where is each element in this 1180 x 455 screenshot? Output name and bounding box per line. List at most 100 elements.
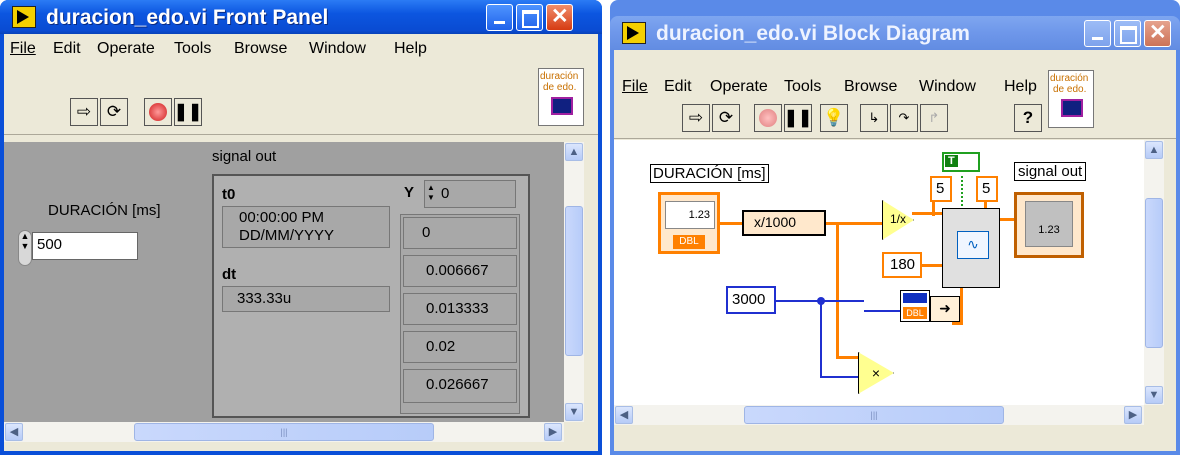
vertical-scrollbar[interactable]: ▲ ▼ bbox=[1144, 140, 1164, 405]
multiply-node[interactable]: × bbox=[858, 352, 894, 394]
waveform-indicator: t0 00:00:00 PM DD/MM/YYYY dt 333.33u Y ▲… bbox=[212, 174, 530, 418]
block-diagram-titlebar[interactable]: duracion_edo.vi Block Diagram ✕ bbox=[610, 16, 1180, 50]
signal-out-terminal-label: signal out bbox=[1014, 162, 1087, 181]
close-button[interactable]: ✕ bbox=[546, 4, 573, 31]
menu-file[interactable]: File bbox=[10, 40, 36, 58]
context-help-button[interactable]: ? bbox=[1014, 104, 1042, 132]
vertical-scroll-thumb[interactable] bbox=[565, 206, 583, 356]
scroll-right-button[interactable]: ▶ bbox=[544, 423, 562, 441]
vi-run-icon bbox=[12, 6, 36, 28]
blue-wire bbox=[864, 310, 900, 312]
step-into-button[interactable]: ↳ bbox=[860, 104, 888, 132]
menu-tools[interactable]: Tools bbox=[784, 78, 821, 96]
close-button[interactable]: ✕ bbox=[1144, 20, 1171, 47]
y-index-control[interactable]: ▲ ▼ 0 bbox=[424, 180, 516, 208]
dbl-tag: DBL bbox=[903, 307, 927, 319]
constant-5-b[interactable]: 5 bbox=[976, 176, 998, 202]
maximize-button[interactable] bbox=[516, 4, 543, 31]
horizontal-scrollbar[interactable]: ◀ ||| ▶ bbox=[4, 422, 564, 442]
signal-out-label: signal out bbox=[212, 148, 277, 165]
duration-input[interactable]: 500 bbox=[32, 232, 138, 260]
scroll-up-button[interactable]: ▲ bbox=[565, 143, 583, 161]
vi-icon-text-1: duración bbox=[540, 71, 579, 82]
dbl-tag: DBL bbox=[673, 235, 705, 249]
horizontal-scroll-thumb[interactable]: ||| bbox=[744, 406, 1004, 424]
waveform-icon bbox=[551, 97, 573, 115]
menu-edit[interactable]: Edit bbox=[53, 40, 81, 58]
stop-icon bbox=[149, 103, 167, 121]
vi-connector-icon[interactable]: duración de edo. bbox=[1048, 70, 1094, 128]
highlight-execution-button[interactable]: 💡 bbox=[820, 104, 848, 132]
block-diagram-window: duracion_edo.vi Block Diagram ✕ File Edi… bbox=[610, 0, 1180, 455]
window-title: duracion_edo.vi Front Panel bbox=[46, 6, 329, 29]
divide-expression-node[interactable]: x/1000 bbox=[742, 210, 826, 236]
minimize-icon bbox=[1092, 37, 1103, 40]
menu-browse[interactable]: Browse bbox=[234, 40, 287, 58]
build-waveform-node[interactable]: ➜ bbox=[930, 296, 960, 322]
menu-help[interactable]: Help bbox=[394, 40, 427, 58]
menu-help[interactable]: Help bbox=[1004, 78, 1037, 96]
horizontal-scroll-thumb[interactable]: ||| bbox=[134, 423, 434, 441]
duration-increment[interactable]: ▲ ▼ bbox=[18, 230, 32, 266]
t0-display: 00:00:00 PM DD/MM/YYYY bbox=[222, 206, 390, 248]
run-button[interactable]: ⇨ bbox=[70, 98, 98, 126]
constant-3000[interactable]: 3000 bbox=[726, 286, 776, 314]
stop-icon bbox=[759, 109, 777, 127]
scroll-down-button[interactable]: ▼ bbox=[565, 403, 583, 421]
vi-icon-text-2: de edo. bbox=[1053, 84, 1087, 95]
blue-wire bbox=[820, 376, 862, 378]
menu-tools[interactable]: Tools bbox=[174, 40, 211, 58]
horizontal-scrollbar[interactable]: ◀ ||| ▶ bbox=[614, 405, 1144, 425]
step-over-button[interactable]: ↷ bbox=[890, 104, 918, 132]
run-continuously-button[interactable]: ⟳ bbox=[100, 98, 128, 126]
minimize-button[interactable] bbox=[486, 4, 513, 31]
run-continuously-button[interactable]: ⟳ bbox=[712, 104, 740, 132]
maximize-button[interactable] bbox=[1114, 20, 1141, 47]
duration-control-terminal[interactable]: 1.23 DBL bbox=[658, 192, 720, 254]
vertical-scroll-thumb[interactable] bbox=[1145, 198, 1163, 348]
vi-connector-icon[interactable]: duración de edo. bbox=[538, 68, 584, 126]
pause-button[interactable]: ❚❚ bbox=[174, 98, 202, 126]
junction-dot bbox=[817, 297, 825, 305]
constant-5-a[interactable]: 5 bbox=[930, 176, 952, 202]
menu-window[interactable]: Window bbox=[919, 78, 976, 96]
run-button[interactable]: ⇨ bbox=[682, 104, 710, 132]
minimize-icon bbox=[494, 21, 505, 24]
orange-wire bbox=[824, 222, 882, 225]
menu-operate[interactable]: Operate bbox=[97, 40, 155, 58]
menu-operate[interactable]: Operate bbox=[710, 78, 768, 96]
waveform-icon bbox=[1061, 99, 1083, 117]
scroll-up-button[interactable]: ▲ bbox=[1145, 141, 1163, 159]
scroll-right-button[interactable]: ▶ bbox=[1124, 406, 1142, 424]
vi-icon-text-2: de edo. bbox=[543, 82, 577, 93]
diagram-canvas: DURACIÓN [ms] 1.23 DBL x/1000 1/x T 5 5 … bbox=[614, 140, 1144, 405]
duration-label: DURACIÓN [ms] bbox=[48, 202, 161, 219]
orange-wire bbox=[952, 322, 963, 325]
menu-edit[interactable]: Edit bbox=[664, 78, 692, 96]
scroll-down-button[interactable]: ▼ bbox=[1145, 386, 1163, 404]
menu-browse[interactable]: Browse bbox=[844, 78, 897, 96]
signal-out-indicator-terminal[interactable]: 1.23 bbox=[1014, 192, 1084, 258]
menu-window[interactable]: Window bbox=[309, 40, 366, 58]
y-index-value: 0 bbox=[441, 185, 450, 202]
pause-button[interactable]: ❚❚ bbox=[784, 104, 812, 132]
y-index-spinner[interactable]: ▲ ▼ bbox=[427, 183, 437, 205]
vertical-scrollbar[interactable]: ▲ ▼ bbox=[564, 142, 584, 422]
scroll-left-button[interactable]: ◀ bbox=[615, 406, 633, 424]
menu-file[interactable]: File bbox=[622, 78, 648, 96]
abort-button[interactable] bbox=[754, 104, 782, 132]
minimize-button[interactable] bbox=[1084, 20, 1111, 47]
step-out-button[interactable]: ↱ bbox=[920, 104, 948, 132]
scroll-left-button[interactable]: ◀ bbox=[5, 423, 23, 441]
dt-value: 333.33u bbox=[237, 290, 292, 307]
front-panel-titlebar[interactable]: duracion_edo.vi Front Panel ✕ bbox=[0, 0, 602, 34]
sine-waveform-vi[interactable]: ∿ bbox=[942, 208, 1000, 288]
vi-run-icon bbox=[622, 22, 646, 44]
maximize-icon bbox=[1120, 26, 1137, 44]
to-dbl-conversion-node[interactable]: DBL bbox=[900, 290, 930, 322]
close-icon: ✕ bbox=[551, 5, 569, 28]
abort-button[interactable] bbox=[144, 98, 172, 126]
boolean-constant[interactable]: T bbox=[942, 152, 980, 172]
constant-180[interactable]: 180 bbox=[882, 252, 922, 278]
reciprocal-node[interactable]: 1/x bbox=[882, 200, 914, 240]
